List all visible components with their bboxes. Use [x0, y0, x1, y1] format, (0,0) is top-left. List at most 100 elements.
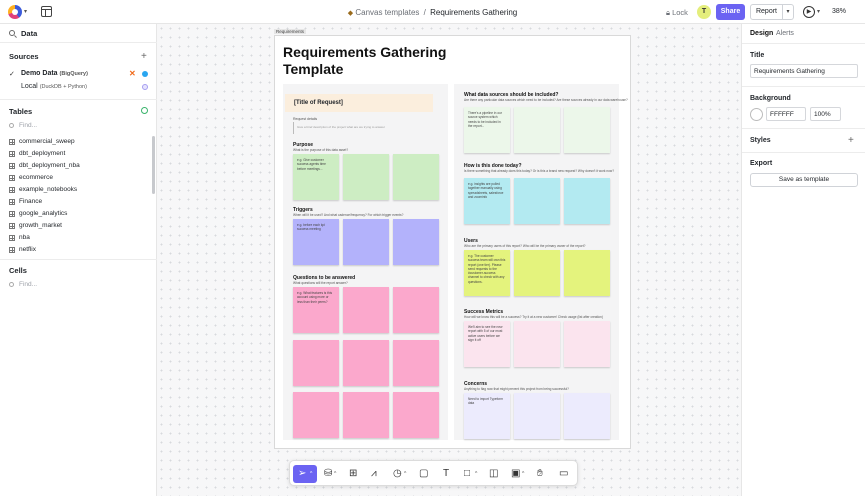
sticky-note[interactable]: e.g. before each kpi success meeting: [293, 219, 339, 265]
database-tool-button[interactable]: ⛁ ^: [322, 465, 340, 483]
users-question: Who are the primary users of this report…: [464, 244, 586, 248]
search-input[interactable]: Data: [21, 29, 37, 38]
play-icon[interactable]: ▶: [803, 6, 815, 18]
image-icon: ▣: [511, 468, 521, 479]
sticky-note[interactable]: [393, 340, 439, 386]
sticky-note-tool-button[interactable]: ▢: [417, 465, 431, 483]
sticky-note[interactable]: [514, 321, 560, 367]
table-icon: [9, 139, 15, 145]
add-style-plus-icon[interactable]: +: [848, 136, 854, 146]
source-name: Demo Data: [21, 70, 58, 77]
sticky-note[interactable]: [343, 392, 389, 438]
add-source-plus-icon[interactable]: +: [141, 52, 147, 62]
sticky-note[interactable]: [293, 392, 339, 438]
report-dropdown-chevron-icon[interactable]: ▾: [783, 4, 794, 20]
lock-label: Lock: [672, 8, 688, 17]
sticky-note[interactable]: [393, 154, 439, 200]
sticky-note[interactable]: e.g. Give customer success agents time b…: [293, 154, 339, 200]
request-details-hint[interactable]: Give a brief description of the project …: [293, 122, 433, 134]
sticky-note[interactable]: [393, 219, 439, 265]
sticky-note[interactable]: [564, 393, 610, 439]
sticky-note-text: There's a pipeline in our source system …: [468, 111, 502, 128]
source-name: Local: [21, 83, 38, 90]
canvas[interactable]: Requirements Requirements Gathering Temp…: [157, 24, 741, 496]
breadcrumb-current[interactable]: Requirements Gathering: [430, 8, 517, 17]
chevron-down-icon[interactable]: ▾: [817, 8, 820, 15]
sticky-note[interactable]: [343, 340, 389, 386]
save-as-template-button[interactable]: Save as template: [750, 173, 858, 187]
share-button[interactable]: Share: [716, 4, 745, 20]
divider: [0, 259, 157, 260]
table-label: ecommerce: [19, 174, 53, 181]
select-tool-button[interactable]: ➢ ^: [293, 465, 317, 483]
sticky-note[interactable]: There's a pipeline in our source system …: [464, 107, 510, 153]
sticky-note[interactable]: [514, 393, 560, 439]
select-pointer-icon: ➢: [298, 468, 307, 479]
sticky-note[interactable]: [564, 178, 610, 224]
sticky-note[interactable]: [343, 287, 389, 333]
sticky-note[interactable]: [393, 287, 439, 333]
refresh-icon[interactable]: [141, 107, 148, 114]
sticky-note[interactable]: [514, 250, 560, 296]
zoom-level[interactable]: 38%: [832, 8, 846, 15]
report-button[interactable]: Report: [750, 4, 783, 20]
sources-heading: Sources: [9, 52, 39, 61]
hand-tool-button[interactable]: ✋︎: [535, 465, 549, 483]
table-icon: [9, 199, 15, 205]
chevron-down-icon: ^: [522, 471, 525, 477]
right-panel: Design Alerts Title Requirements Gatheri…: [741, 24, 865, 496]
table-label: commercial_sweep: [19, 138, 75, 145]
sticky-note[interactable]: [514, 107, 560, 153]
breadcrumb-parent[interactable]: Canvas templates: [355, 8, 419, 17]
frame-tool-button[interactable]: ◫: [487, 465, 501, 483]
background-color-input[interactable]: FFFFFF: [766, 107, 806, 121]
title-label: Title: [750, 52, 765, 59]
text-icon: T: [443, 468, 450, 479]
sticky-note[interactable]: e.g. insights are pulled together manual…: [464, 178, 510, 224]
sticky-note[interactable]: Need to import Typeform data: [464, 393, 510, 439]
table-tool-button[interactable]: ⊞: [347, 465, 361, 483]
tables-scrollbar[interactable]: [152, 136, 155, 194]
sticky-note[interactable]: We'll aim to see the new report with 5 o…: [464, 321, 510, 367]
tab-alerts[interactable]: Alerts: [776, 30, 794, 37]
table-label: google_analytics: [19, 210, 68, 217]
data-search[interactable]: Data: [0, 24, 157, 43]
avatar[interactable]: T: [697, 5, 711, 19]
sticky-note[interactable]: [343, 154, 389, 200]
table-icon: [9, 175, 15, 181]
source-local[interactable]: Local (DuckDB + Python): [21, 83, 87, 90]
requirements-frame[interactable]: Requirements Gathering Template [Title o…: [274, 35, 631, 449]
background-opacity-input[interactable]: 100%: [810, 107, 841, 121]
title-input[interactable]: Requirements Gathering: [750, 64, 858, 78]
image-tool-button[interactable]: ▣ ^: [509, 465, 529, 483]
table-icon: [9, 247, 15, 253]
frame-label[interactable]: Requirements: [274, 29, 307, 34]
chevron-down-icon: ^: [475, 471, 478, 477]
sticky-note[interactable]: e.g. What features is this account using…: [293, 287, 339, 333]
sticky-note[interactable]: [293, 340, 339, 386]
comment-icon: ▭: [559, 468, 569, 479]
shape-tool-button[interactable]: □ ^: [462, 465, 482, 483]
local-status-icon: [142, 84, 148, 90]
comment-tool-button[interactable]: ▭: [557, 465, 571, 483]
frame-title[interactable]: Requirements Gathering Template: [283, 44, 503, 78]
request-title[interactable]: [Title of Request]: [285, 94, 433, 112]
chart-tool-button[interactable]: ⩘: [369, 465, 383, 483]
source-demo-data[interactable]: Demo Data (BigQuery): [21, 70, 88, 77]
sticky-note[interactable]: [514, 178, 560, 224]
table-label: dbt_deployment: [19, 150, 66, 157]
request-details-label: Request details: [293, 117, 318, 121]
sticky-note[interactable]: [564, 250, 610, 296]
table-icon: [9, 223, 15, 229]
lock-button[interactable]: 🔒︎ Lock: [666, 8, 688, 18]
table-label: dbt_deployment_nba: [19, 162, 80, 169]
sticky-note[interactable]: [343, 219, 389, 265]
sticky-note[interactable]: [393, 392, 439, 438]
background-color-swatch[interactable]: [750, 108, 763, 121]
tab-design[interactable]: Design: [750, 30, 773, 37]
sticky-note[interactable]: e.g. The customer success team will own …: [464, 250, 510, 296]
text-tool-button[interactable]: T: [440, 465, 454, 483]
sticky-note[interactable]: [564, 321, 610, 367]
clock-tool-button[interactable]: ◷ ^: [391, 465, 411, 483]
sticky-note[interactable]: [564, 107, 610, 153]
